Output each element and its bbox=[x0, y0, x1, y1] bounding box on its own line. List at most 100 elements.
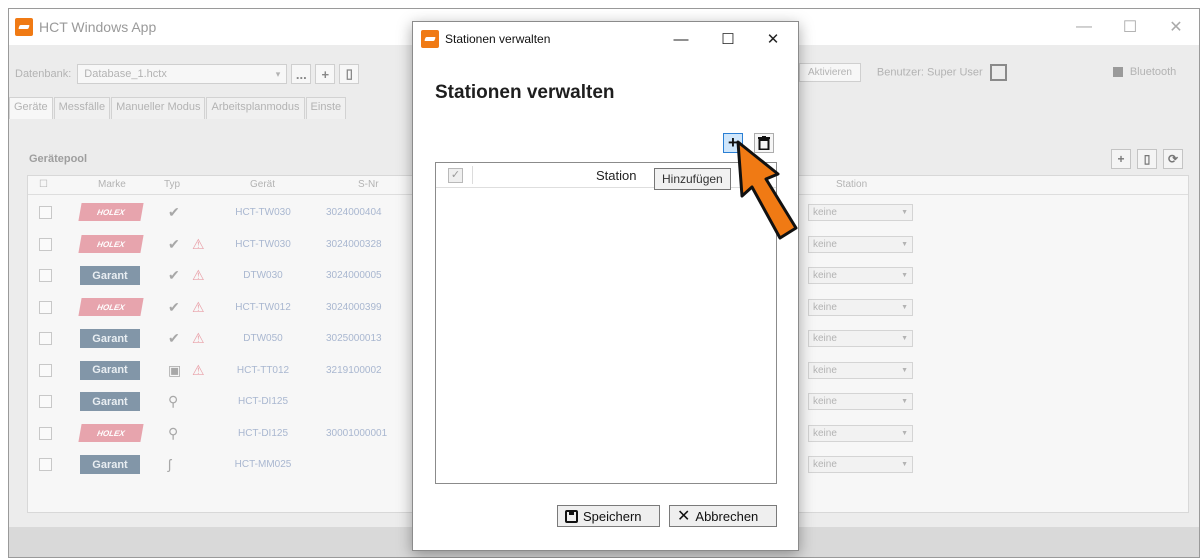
station-value: keine bbox=[813, 333, 837, 344]
app-logo-icon bbox=[15, 18, 33, 36]
station-select[interactable]: keine ▼ bbox=[808, 456, 913, 473]
station-select[interactable]: keine ▼ bbox=[808, 361, 913, 379]
chevron-down-icon: ▼ bbox=[901, 366, 908, 374]
station-select[interactable]: keine ▼ bbox=[808, 267, 913, 284]
save-button[interactable]: Speichern bbox=[557, 505, 660, 527]
station-select[interactable]: keine ▼ bbox=[808, 235, 913, 253]
add-device-button[interactable]: + bbox=[1111, 149, 1131, 169]
column-device[interactable]: Gerät bbox=[250, 179, 275, 190]
device-type-icon: ⚲ bbox=[168, 393, 179, 409]
chevron-down-icon: ▼ bbox=[901, 398, 908, 405]
row-checkbox[interactable] bbox=[39, 206, 52, 219]
column-divider bbox=[472, 166, 473, 184]
station-select[interactable]: keine ▼ bbox=[808, 393, 913, 410]
row-checkbox[interactable] bbox=[39, 458, 52, 471]
cancel-button[interactable]: ✕ Abbrechen bbox=[669, 505, 777, 527]
station-value: keine bbox=[813, 207, 837, 218]
main-window-title: HCT Windows App bbox=[39, 19, 157, 35]
device-cell: HCT-DI125 bbox=[237, 396, 288, 407]
browse-database-button[interactable]: ... bbox=[291, 64, 312, 84]
logout-icon[interactable] bbox=[989, 63, 1007, 81]
chevron-down-icon: ▾ bbox=[275, 68, 281, 79]
select-all-checkbox[interactable]: ☐ bbox=[39, 179, 48, 190]
chevron-down-icon: ▼ bbox=[901, 335, 908, 342]
row-checkbox[interactable] bbox=[39, 426, 52, 440]
device-type-icon: ✔ bbox=[168, 330, 180, 346]
station-select[interactable]: keine ▼ bbox=[808, 298, 913, 316]
holex-logo: HOLEX bbox=[78, 234, 144, 253]
stations-dialog: Stationen verwalten — ☐ ✕ Stationen verw… bbox=[412, 21, 799, 551]
delete-device-button[interactable]: ▯ bbox=[1137, 149, 1157, 169]
chevron-down-icon: ▼ bbox=[901, 209, 908, 216]
serial-cell: 3024000005 bbox=[326, 270, 382, 281]
warning-icon: ⚠ bbox=[192, 235, 205, 252]
chevron-down-icon: ▼ bbox=[901, 240, 908, 248]
serial-cell: 3024000404 bbox=[326, 207, 382, 218]
bluetooth-indicator[interactable]: Bluetooth bbox=[1112, 66, 1176, 78]
station-value: keine bbox=[813, 270, 837, 281]
row-checkbox[interactable] bbox=[39, 363, 52, 377]
tab-einstellungen[interactable]: Einste bbox=[305, 97, 347, 119]
warning-icon: ⚠ bbox=[192, 267, 205, 283]
column-snr[interactable]: S-Nr bbox=[358, 179, 379, 190]
row-checkbox[interactable] bbox=[39, 269, 52, 282]
cancel-label: Abbrechen bbox=[695, 508, 759, 524]
close-x-icon: ✕ bbox=[677, 508, 691, 525]
add-tooltip: Hinzufügen bbox=[654, 168, 731, 190]
maximize-button[interactable]: ☐ bbox=[1107, 9, 1153, 45]
activate-button[interactable]: Aktivieren bbox=[799, 62, 861, 82]
serial-cell: 3024000328 bbox=[326, 238, 382, 250]
holex-logo: HOLEX bbox=[78, 203, 144, 221]
station-value: keine bbox=[813, 301, 837, 313]
device-type-icon: ✔ bbox=[168, 235, 180, 252]
database-select[interactable]: Database_1.hctx ▾ bbox=[77, 64, 288, 84]
station-select[interactable]: keine ▼ bbox=[808, 204, 913, 221]
garant-logo: Garant bbox=[80, 329, 140, 348]
serial-cell: 3024000399 bbox=[326, 301, 382, 313]
database-value: Database_1.hctx bbox=[84, 68, 167, 80]
column-station-header[interactable]: Station bbox=[596, 168, 636, 183]
user-indicator: Benutzer: Super User bbox=[877, 63, 1007, 81]
device-type-icon: ⚲ bbox=[168, 424, 179, 441]
column-type[interactable]: Typ bbox=[164, 179, 180, 190]
close-button[interactable]: ✕ bbox=[1153, 9, 1199, 45]
dialog-close-button[interactable]: ✕ bbox=[750, 22, 796, 56]
tab-messfaelle[interactable]: Messfälle bbox=[53, 97, 111, 119]
dialog-minimize-button[interactable]: — bbox=[658, 22, 704, 56]
refresh-icon[interactable]: ⟳ bbox=[1163, 149, 1183, 169]
chevron-down-icon: ▼ bbox=[901, 272, 908, 279]
device-cell: HCT-TW030 bbox=[235, 207, 291, 218]
tab-arbeitsplanmodus[interactable]: Arbeitsplanmodus bbox=[206, 97, 305, 119]
column-brand[interactable]: Marke bbox=[98, 179, 126, 190]
station-select[interactable]: keine ▼ bbox=[808, 330, 913, 347]
column-station[interactable]: Station bbox=[836, 179, 867, 190]
select-all-stations-checkbox[interactable]: ✓ bbox=[448, 168, 463, 183]
device-type-icon: ▣ bbox=[168, 361, 182, 378]
station-value: keine bbox=[813, 396, 837, 407]
serial-cell: 30001000001 bbox=[326, 427, 388, 439]
row-checkbox[interactable] bbox=[39, 395, 52, 408]
chevron-down-icon: ▼ bbox=[901, 429, 908, 437]
garant-logo: Garant bbox=[80, 392, 140, 411]
device-cell: HCT-TT012 bbox=[236, 364, 290, 376]
device-cell: HCT-DI125 bbox=[237, 427, 288, 439]
dialog-maximize-button[interactable]: ☐ bbox=[705, 22, 751, 56]
serial-cell: 3219100002 bbox=[326, 364, 382, 376]
station-select[interactable]: keine ▼ bbox=[808, 424, 913, 442]
tab-manueller-modus[interactable]: Manueller Modus bbox=[111, 97, 206, 119]
dialog-heading: Stationen verwalten bbox=[435, 82, 615, 103]
delete-database-button[interactable]: ▯ bbox=[339, 64, 360, 84]
station-list[interactable]: ✓ Station bbox=[435, 162, 777, 484]
tab-geraete[interactable]: Geräte bbox=[9, 97, 53, 119]
floppy-disk-icon bbox=[565, 509, 578, 523]
device-type-icon: ʃ bbox=[168, 456, 172, 472]
row-checkbox[interactable] bbox=[39, 237, 52, 251]
row-checkbox[interactable] bbox=[39, 332, 52, 345]
holex-logo: HOLEX bbox=[78, 297, 144, 316]
device-pool-title: Gerätepool bbox=[29, 153, 88, 165]
station-value: keine bbox=[813, 459, 837, 470]
minimize-button[interactable]: — bbox=[1061, 9, 1107, 45]
device-cell: DTW030 bbox=[243, 270, 283, 281]
add-database-button[interactable]: + bbox=[315, 64, 336, 84]
row-checkbox[interactable] bbox=[39, 300, 52, 314]
